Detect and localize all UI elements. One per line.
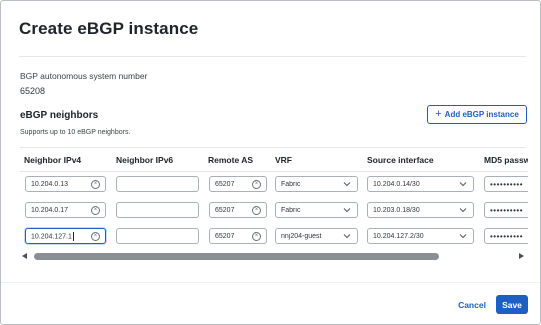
vrf-select[interactable]: Fabric	[275, 202, 358, 218]
clear-icon[interactable]: ×	[252, 232, 261, 241]
table-top-divider	[20, 147, 526, 148]
column-header-remote-as: Remote AS	[208, 155, 254, 165]
md5-password-value: ••••••••••	[490, 205, 524, 215]
source-interface-select[interactable]: 10.204.127.2/30	[367, 228, 474, 244]
md5-password-input[interactable]: ••••••••••	[484, 228, 528, 244]
clear-icon[interactable]: ×	[91, 206, 100, 215]
neighbor-ipv4-input[interactable]: 10.204.0.17 ×	[25, 202, 106, 218]
md5-password-value: ••••••••••	[490, 231, 524, 241]
asn-value: 65208	[20, 86, 46, 96]
remote-as-input[interactable]: 65207 ×	[209, 228, 267, 244]
column-header-vrf: VRF	[275, 155, 292, 165]
column-header-md5-password: MD5 passw	[484, 155, 528, 165]
column-header-neighbor-ipv6: Neighbor IPv6	[116, 155, 174, 165]
chevron-down-icon	[459, 208, 467, 213]
neighbors-subtitle: Supports up to 10 eBGP neighbors.	[20, 129, 131, 136]
chevron-down-icon	[343, 182, 351, 187]
md5-password-value: ••••••••••	[490, 179, 524, 189]
horizontal-scrollbar[interactable]	[20, 252, 528, 261]
clear-icon[interactable]: ×	[91, 180, 100, 189]
column-header-source-interface: Source interface	[367, 155, 434, 165]
neighbor-ipv4-input[interactable]: 10.204.127.1 ×	[25, 228, 106, 244]
vrf-select[interactable]: Fabric	[275, 176, 358, 192]
neighbor-ipv6-input[interactable]	[116, 202, 199, 218]
md5-password-input[interactable]: ••••••••••	[484, 176, 528, 192]
chevron-down-icon	[343, 234, 351, 239]
neighbors-table: Neighbor IPv4 Neighbor IPv6 Remote AS VR…	[20, 149, 528, 249]
clear-icon[interactable]: ×	[91, 232, 100, 241]
scrollbar-thumb[interactable]	[34, 253, 439, 260]
save-button[interactable]: Save	[496, 295, 528, 314]
column-header-neighbor-ipv4: Neighbor IPv4	[24, 155, 82, 165]
remote-as-input[interactable]: 65207 ×	[209, 202, 267, 218]
clear-icon[interactable]: ×	[252, 206, 261, 215]
scroll-left-arrow-icon[interactable]	[22, 253, 27, 259]
dialog-title: Create eBGP instance	[19, 19, 199, 38]
source-interface-select[interactable]: 10.203.0.18/30	[367, 202, 474, 218]
chevron-down-icon	[343, 208, 351, 213]
neighbor-ipv4-input[interactable]: 10.204.0.13 ×	[25, 176, 106, 192]
neighbor-ipv6-input[interactable]	[116, 176, 199, 192]
header-divider-line	[20, 171, 528, 172]
header-divider	[19, 56, 526, 57]
chevron-down-icon	[459, 234, 467, 239]
footer-divider	[1, 282, 540, 283]
source-interface-select[interactable]: 10.204.0.14/30	[367, 176, 474, 192]
remote-as-input[interactable]: 65207 ×	[209, 176, 267, 192]
scroll-right-arrow-icon[interactable]	[519, 253, 524, 259]
md5-password-input[interactable]: ••••••••••	[484, 202, 528, 218]
add-ebgp-instance-button[interactable]: + Add eBGP instance	[427, 105, 527, 124]
vrf-select[interactable]: nnj204-guest	[275, 228, 358, 244]
cancel-button[interactable]: Cancel	[451, 296, 493, 314]
add-button-label: Add eBGP instance	[444, 110, 519, 119]
chevron-down-icon	[459, 182, 467, 187]
text-cursor	[72, 231, 74, 241]
create-ebgp-dialog: Create eBGP instance BGP autonomous syst…	[0, 0, 541, 325]
clear-icon[interactable]: ×	[252, 180, 261, 189]
neighbors-title: eBGP neighbors	[20, 110, 99, 121]
plus-icon: +	[435, 108, 442, 120]
asn-label: BGP autonomous system number	[20, 71, 148, 81]
neighbor-ipv6-input[interactable]	[116, 228, 199, 244]
